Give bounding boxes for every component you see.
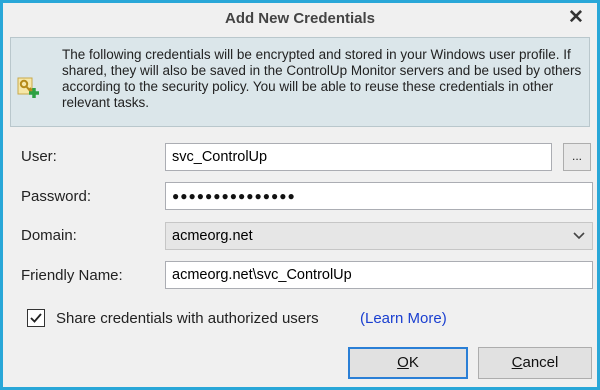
dialog-title: Add New Credentials: [224, 10, 376, 27]
friendly-name-field[interactable]: [165, 261, 593, 289]
chevron-down-icon: [573, 232, 585, 240]
info-panel: The following credentials will be encryp…: [10, 37, 590, 127]
key-add-icon: [15, 75, 41, 99]
share-checkbox[interactable]: [27, 309, 45, 327]
ok-button[interactable]: OK: [348, 347, 468, 379]
domain-value: acmeorg.net: [172, 228, 253, 244]
browse-user-button[interactable]: ...: [563, 143, 591, 171]
checkmark-icon: [30, 313, 42, 323]
info-text: The following credentials will be encryp…: [62, 47, 582, 110]
user-label: User:: [21, 148, 57, 165]
add-credentials-dialog: Add New Credentials ✕ The following cred…: [3, 3, 597, 387]
domain-label: Domain:: [21, 227, 77, 244]
user-input[interactable]: [172, 144, 551, 170]
cancel-label-rest: ancel: [522, 354, 559, 371]
title-bar[interactable]: Add New Credentials ✕: [3, 3, 597, 34]
ok-mnemonic: O: [397, 354, 409, 371]
password-label: Password:: [21, 188, 92, 205]
friendly-name-label: Friendly Name:: [21, 267, 123, 284]
user-field[interactable]: [165, 143, 552, 171]
password-field[interactable]: ●●●●●●●●●●●●●●●: [165, 182, 593, 210]
learn-more-link[interactable]: (Learn More): [360, 310, 447, 327]
domain-select[interactable]: acmeorg.net: [165, 222, 593, 250]
share-checkbox-label[interactable]: Share credentials with authorized users: [56, 310, 319, 327]
cancel-button[interactable]: Cancel: [478, 347, 592, 379]
cancel-mnemonic: C: [511, 354, 523, 371]
close-icon[interactable]: ✕: [565, 7, 587, 29]
password-mask: ●●●●●●●●●●●●●●●: [172, 189, 296, 203]
friendly-name-input[interactable]: [172, 262, 592, 288]
ok-label-rest: K: [408, 354, 419, 371]
